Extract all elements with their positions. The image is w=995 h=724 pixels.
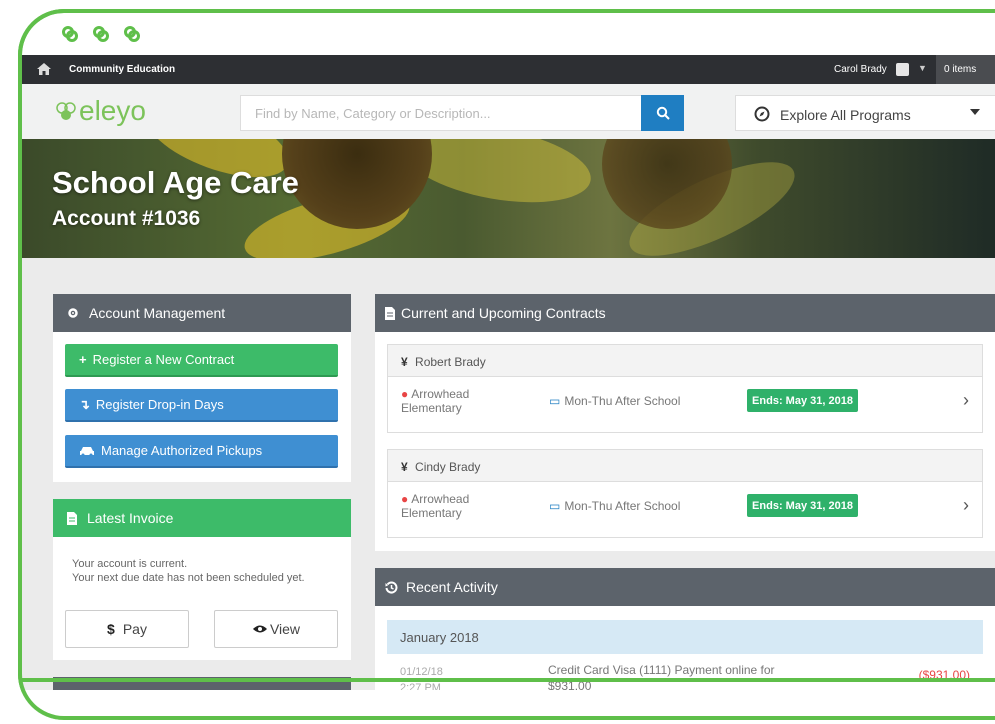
window-dot <box>124 26 136 38</box>
nav-bar: eleyo Find by Name, Category or Descript… <box>22 84 995 139</box>
main-content: Account Management + Register a New Cont… <box>22 258 995 718</box>
top-bar: Community Education Carol Brady ▼ 0 item… <box>22 55 995 84</box>
child-icon: ¥ <box>401 460 408 474</box>
button-label: Manage Authorized Pickups <box>101 443 263 458</box>
arrow-down-icon: ↴ <box>79 396 90 412</box>
cart-button[interactable]: 0 items <box>936 55 995 84</box>
eye-icon <box>252 625 267 633</box>
account-management-body: + Register a New Contract ↴ Register Dro… <box>53 332 351 482</box>
chevron-down-icon <box>970 109 980 115</box>
latest-invoice-title: Latest Invoice <box>87 510 174 526</box>
calendar-icon: ▭ <box>549 499 561 513</box>
manage-authorized-pickups-button[interactable]: Manage Authorized Pickups <box>65 435 338 468</box>
account-management-title: Account Management <box>89 305 226 321</box>
recent-activity-title: Recent Activity <box>406 579 498 595</box>
avatar[interactable] <box>896 63 909 76</box>
invoice-status-line: Your next due date has not been schedule… <box>72 572 305 584</box>
contract-location: ● Arrowhead Elementary <box>401 387 469 415</box>
child-name: Robert Brady <box>415 355 486 369</box>
ends-badge: Ends: May 31, 2018 <box>747 389 858 412</box>
button-label: Register Drop-in Days <box>95 397 224 412</box>
window-dot <box>62 26 74 38</box>
location-line: Arrowhead <box>411 387 470 401</box>
contract-card: ¥ Robert Brady ● Arrowhead Elementary ▭ Mo… <box>387 344 983 433</box>
button-label: Register a New Contract <box>92 352 235 367</box>
app-viewport: Community Education Carol Brady ▼ 0 item… <box>18 9 995 720</box>
document-icon <box>385 306 395 320</box>
contracts-title: Current and Upcoming Contracts <box>401 305 606 321</box>
calendar-icon: ▭ <box>549 394 561 408</box>
location-line: Elementary <box>401 506 462 520</box>
chevron-right-icon[interactable]: › <box>963 495 969 516</box>
org-name[interactable]: Community Education <box>69 64 175 75</box>
contract-row[interactable]: ● Arrowhead Elementary ▭ Mon-Thu After Sch… <box>388 482 982 537</box>
gear-icon <box>68 308 78 318</box>
view-label: View <box>269 621 301 637</box>
search-icon <box>656 106 670 120</box>
chevron-down-icon[interactable]: ▼ <box>918 63 927 73</box>
schedule-text: Mon-Thu After School <box>564 394 681 408</box>
explore-programs-dropdown[interactable]: Explore All Programs <box>735 95 995 131</box>
location-line: Arrowhead <box>411 492 470 506</box>
child-icon: ¥ <box>401 355 408 369</box>
account-management-header: Account Management <box>53 294 351 332</box>
invoice-status-line: Your account is current. <box>72 558 188 570</box>
compass-icon <box>754 106 770 122</box>
frame-divider <box>22 678 995 682</box>
register-new-contract-button[interactable]: + Register a New Contract <box>65 344 338 377</box>
logo-text: eleyo <box>79 95 146 126</box>
logo-icon <box>56 102 76 120</box>
account-number: Account #1036 <box>52 207 201 230</box>
search-field[interactable]: Find by Name, Category or Description... <box>240 95 684 131</box>
logo[interactable]: eleyo <box>55 95 146 127</box>
register-drop-in-days-button[interactable]: ↴ Register Drop-in Days <box>65 389 338 422</box>
home-icon[interactable] <box>36 62 52 76</box>
search-placeholder: Find by Name, Category or Description... <box>255 106 491 121</box>
latest-invoice-body: Your account is current. Your next due d… <box>53 537 351 660</box>
window-dot <box>93 26 105 38</box>
page-title: School Age Care <box>52 165 299 200</box>
contract-schedule: ▭ Mon-Thu After School <box>549 499 680 513</box>
view-button[interactable]: View <box>214 610 338 648</box>
map-pin-icon: ● <box>401 492 409 506</box>
document-icon <box>67 511 77 525</box>
schedule-text: Mon-Thu After School <box>564 499 681 513</box>
invoice-status: Your account is current. Your next due d… <box>72 557 305 585</box>
pay-button[interactable]: $ Pay <box>65 610 189 648</box>
dollar-icon: $ <box>107 621 115 637</box>
bottom-strip <box>22 690 995 720</box>
user-name[interactable]: Carol Brady <box>834 64 887 75</box>
map-pin-icon: ● <box>401 387 409 401</box>
location-line: Elementary <box>401 401 462 415</box>
car-icon <box>80 446 94 456</box>
explore-label: Explore All Programs <box>780 107 911 123</box>
month-header: January 2018 <box>387 620 983 654</box>
latest-invoice-header: Latest Invoice <box>53 499 351 537</box>
plus-icon: + <box>79 352 87 367</box>
child-name: Cindy Brady <box>415 460 481 474</box>
contract-row[interactable]: ● Arrowhead Elementary ▭ Mon-Thu After Sch… <box>388 377 982 432</box>
contracts-body: ¥ Robert Brady ● Arrowhead Elementary ▭ Mo… <box>375 332 995 551</box>
search-button[interactable] <box>641 95 684 131</box>
contract-location: ● Arrowhead Elementary <box>401 492 469 520</box>
ends-badge: Ends: May 31, 2018 <box>747 494 858 517</box>
contracts-header: Current and Upcoming Contracts <box>375 294 995 332</box>
history-icon <box>385 581 398 594</box>
pay-label: Pay <box>122 621 147 637</box>
recent-activity-header: Recent Activity <box>375 568 995 606</box>
activity-desc-line: Credit Card Visa (1111) Payment online f… <box>548 663 775 677</box>
hero-banner: School Age Care Account #1036 <box>22 139 995 258</box>
child-name-row: ¥ Robert Brady <box>388 345 982 377</box>
child-name-row: ¥ Cindy Brady <box>388 450 982 482</box>
chevron-right-icon[interactable]: › <box>963 390 969 411</box>
activity-date-text: 01/12/18 <box>400 666 443 678</box>
window-controls <box>62 26 136 38</box>
contract-card: ¥ Cindy Brady ● Arrowhead Elementary ▭ Mon… <box>387 449 983 538</box>
contract-schedule: ▭ Mon-Thu After School <box>549 394 680 408</box>
cart-label: 0 items <box>944 64 977 75</box>
